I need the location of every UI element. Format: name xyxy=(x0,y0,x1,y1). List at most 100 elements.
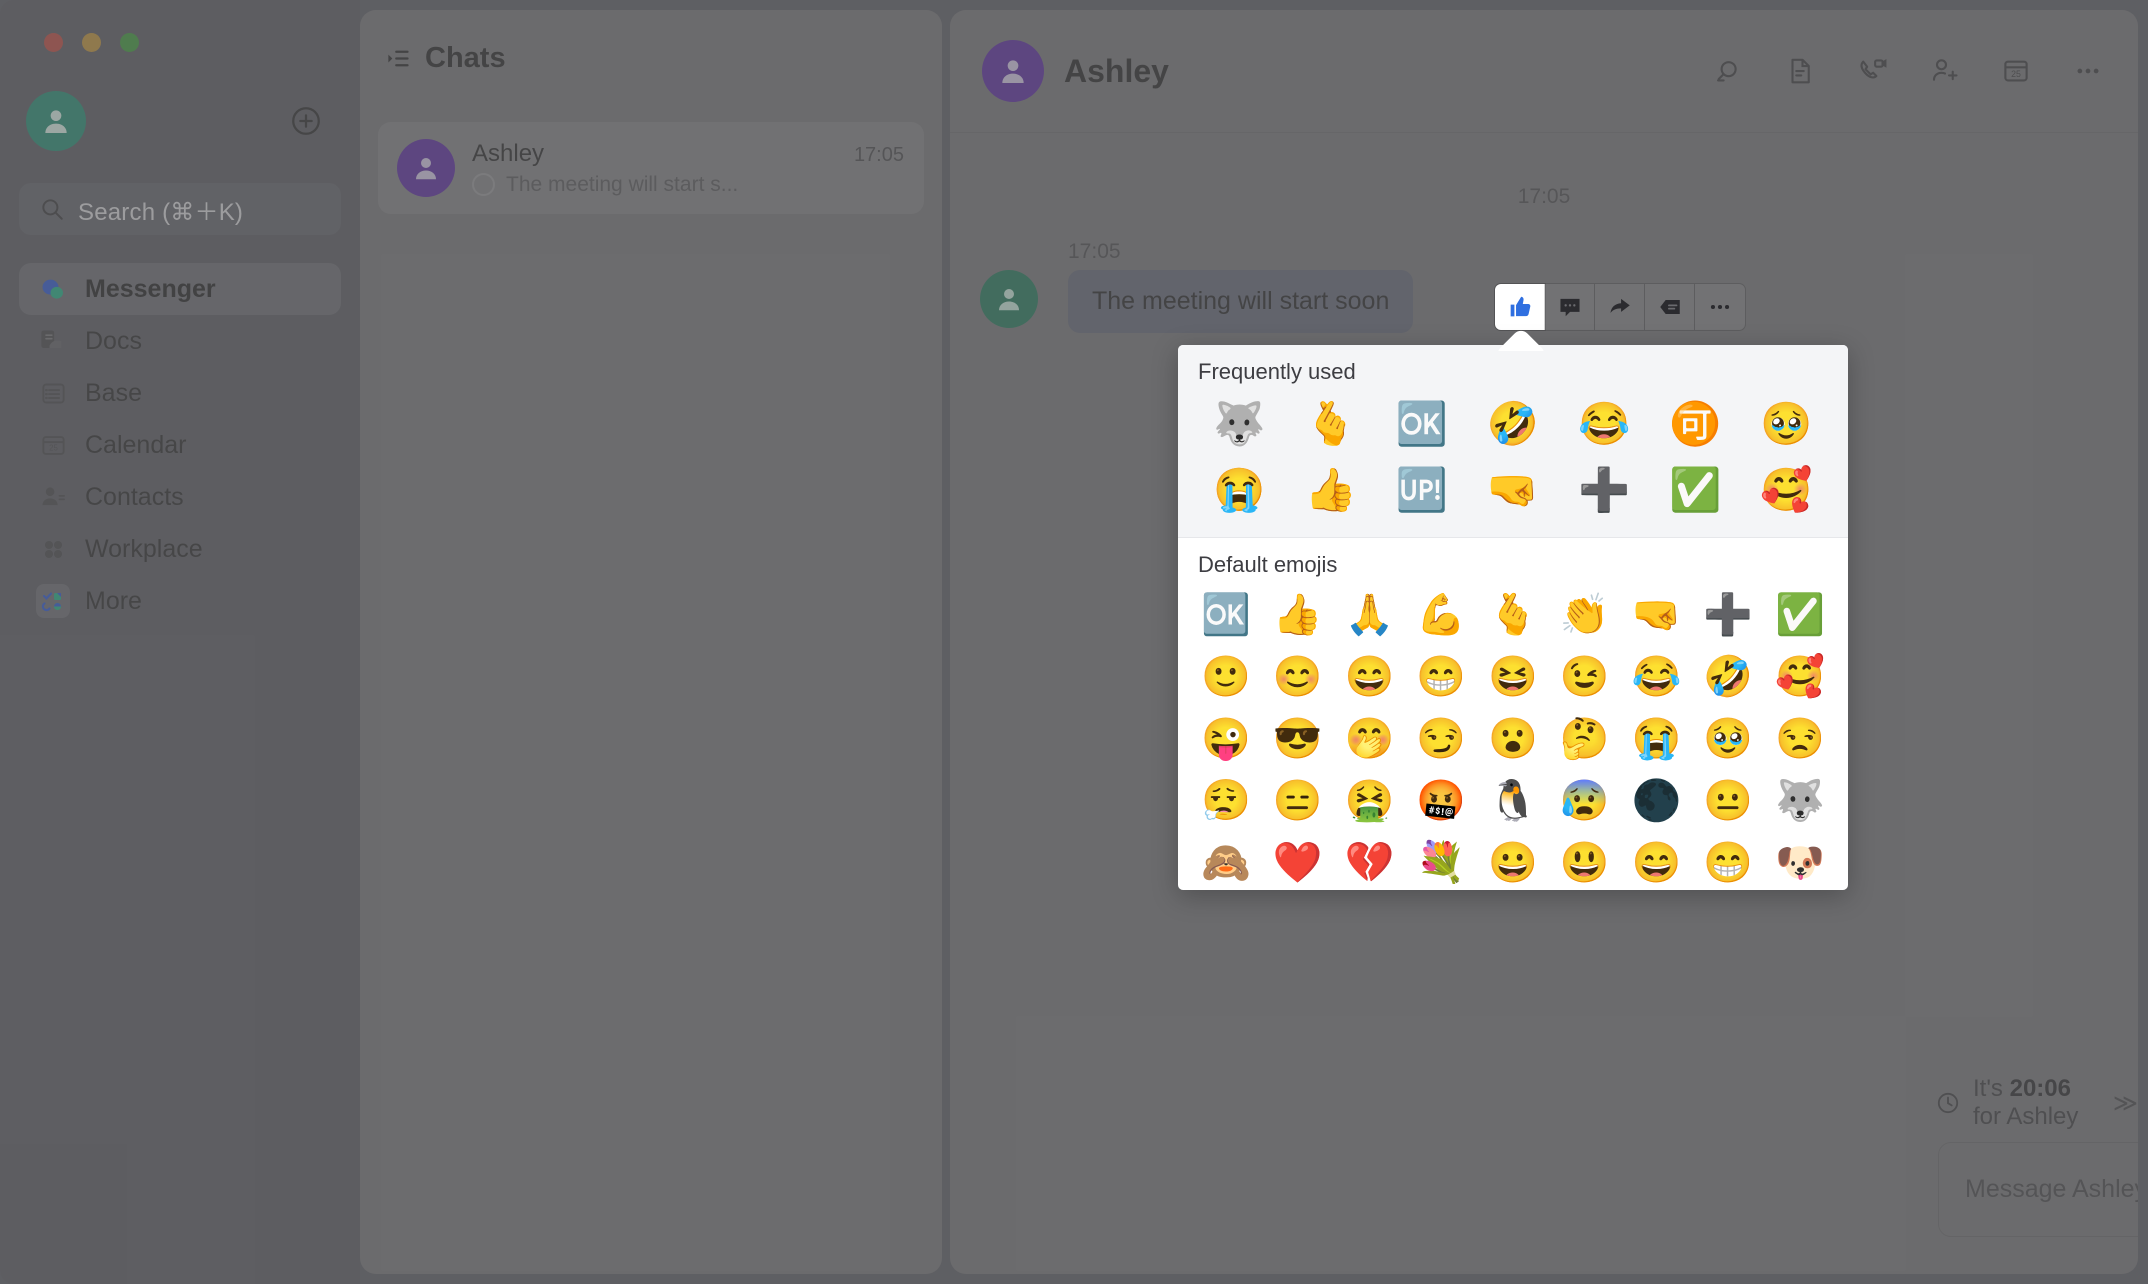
video-call-icon[interactable] xyxy=(1852,51,1892,91)
fist-bump-emoji[interactable]: 🤜 xyxy=(1621,584,1693,646)
got-it-sticker[interactable]: 🉑 xyxy=(1650,391,1741,457)
maximize-window-button[interactable] xyxy=(120,33,139,52)
local-time-expand-icon[interactable]: ≫ xyxy=(2113,1089,2138,1118)
sidebar-item-label: Calendar xyxy=(85,430,187,459)
ok-sticker[interactable]: 🆗 xyxy=(1376,391,1467,457)
avatar[interactable] xyxy=(982,40,1044,102)
loudly-crying-sticker[interactable]: 😭 xyxy=(1194,457,1285,523)
see-no-evil-emoji[interactable]: 🙈 xyxy=(1190,832,1262,884)
sidebar-item-messenger[interactable]: Messenger xyxy=(19,263,341,315)
dog-emoji[interactable]: 🐶 xyxy=(1764,832,1836,884)
sparkle-smirk-emoji[interactable]: 🤭 xyxy=(1334,708,1406,770)
laugh-cry-cover-face-sticker[interactable]: 🤣 xyxy=(1467,391,1558,457)
sidebar-item-more[interactable]: More xyxy=(19,575,341,627)
whistle-emoji[interactable]: 😮‍💨 xyxy=(1190,770,1262,832)
yes-sticker[interactable]: 🆙 xyxy=(1376,457,1467,523)
unread-circle-icon xyxy=(472,173,495,196)
smile-emoji[interactable]: 😊 xyxy=(1262,646,1334,708)
quote-reply-button[interactable] xyxy=(1645,284,1695,330)
smiley-emoji[interactable]: 😃 xyxy=(1549,832,1621,884)
sunglasses-emoji[interactable]: 😎 xyxy=(1262,708,1334,770)
sidebar-item-contacts[interactable]: Contacts xyxy=(19,471,341,523)
beaming-emoji[interactable]: 😁 xyxy=(1405,646,1477,708)
sidebar-item-workplace[interactable]: Workplace xyxy=(19,523,341,575)
thinking-emoji[interactable]: 🤔 xyxy=(1549,708,1621,770)
squint-laugh-emoji[interactable]: 😆 xyxy=(1477,646,1549,708)
scratch-smirk-emoji[interactable]: 😒 xyxy=(1764,708,1836,770)
chat-doc-icon[interactable] xyxy=(1780,51,1820,91)
sidebar-item-calendar[interactable]: 25 Calendar xyxy=(19,419,341,471)
react-thumbsup-button[interactable] xyxy=(1495,284,1545,330)
ok-emoji[interactable]: 🆗 xyxy=(1190,584,1262,646)
avatar[interactable] xyxy=(26,91,86,151)
grin-emoji[interactable]: 😄 xyxy=(1334,646,1406,708)
loudly-crying-emoji[interactable]: 😭 xyxy=(1621,708,1693,770)
message-input[interactable]: Message Ashley Aa xyxy=(1938,1142,2138,1237)
bouquet-emoji[interactable]: 💐 xyxy=(1405,832,1477,884)
vomit-emoji[interactable]: 🤮 xyxy=(1334,770,1406,832)
neutral-emoji[interactable]: 😐 xyxy=(1692,770,1764,832)
list-item[interactable]: Ashley 17:05 The meeting will start s... xyxy=(378,122,924,214)
local-time-hint[interactable]: It's 20:06 for Ashley ≫ xyxy=(1935,1075,2138,1131)
add-member-icon[interactable] xyxy=(1924,51,1964,91)
avatar[interactable] xyxy=(980,270,1038,328)
wink-tongue-emoji[interactable]: 😜 xyxy=(1190,708,1262,770)
fist-bump-sticker[interactable]: 🤜 xyxy=(1467,457,1558,523)
finger-heart-emoji[interactable]: 🫰 xyxy=(1477,584,1549,646)
clap-emoji[interactable]: 👏 xyxy=(1549,584,1621,646)
forward-button[interactable] xyxy=(1595,284,1645,330)
cold-sweat-emoji[interactable]: 😰 xyxy=(1549,770,1621,832)
wolf-emoji[interactable]: 🐺 xyxy=(1764,770,1836,832)
black-blob-emoji[interactable]: 🐧 xyxy=(1477,770,1549,832)
search-placeholder: Search (⌘＋K) xyxy=(78,198,244,226)
window-traffic-lights xyxy=(44,33,139,52)
sidebar-item-docs[interactable]: Docs xyxy=(19,315,341,367)
bleeding-mouth-emoji[interactable]: 🤬 xyxy=(1405,770,1477,832)
sidebar-item-base[interactable]: Base xyxy=(19,367,341,419)
heart-hug-emoji[interactable]: 🥰 xyxy=(1764,646,1836,708)
wink-smile-emoji[interactable]: 😉 xyxy=(1549,646,1621,708)
message-hover-toolbar xyxy=(1494,283,1746,331)
more-options-icon[interactable] xyxy=(2068,51,2108,91)
unamused-emoji[interactable]: 😑 xyxy=(1262,770,1334,832)
done-emoji[interactable]: ✅ xyxy=(1764,584,1836,646)
thumbs-up-emoji[interactable]: 👍 xyxy=(1262,584,1334,646)
heart-hug-sticker[interactable]: 🥰 xyxy=(1741,457,1832,523)
smirk-hand-emoji[interactable]: 😏 xyxy=(1405,708,1477,770)
collapse-list-icon[interactable] xyxy=(385,45,412,72)
reply-in-thread-button[interactable] xyxy=(1545,284,1595,330)
pray-emoji[interactable]: 🙏 xyxy=(1334,584,1406,646)
add-button[interactable] xyxy=(289,104,323,138)
calendar-icon[interactable]: 25 xyxy=(1996,51,2036,91)
joy-sticker[interactable]: 😂 xyxy=(1559,391,1650,457)
emoji-scroll-area[interactable]: 🆗 👍 🙏 💪 🫰 👏 🤜 ➕ ✅ 🙂 😊 😄 😁 😆 😉 😂 🤣 🥰 😜 😎 🤭 😏 😮 🤔 😭 🥹 😒 😮‍💨 😑 🤮 🤬 🐧 😰 🌑 😐 🐺 🙈 ❤… xyxy=(1178,584,1848,884)
chat-list-header: Chats xyxy=(360,10,942,106)
slight-smile-emoji[interactable]: 🙂 xyxy=(1190,646,1262,708)
heart-emoji[interactable]: ❤️ xyxy=(1262,832,1334,884)
drool-emoji[interactable]: 😮 xyxy=(1477,708,1549,770)
thumbs-up-sticker[interactable]: 👍 xyxy=(1285,457,1376,523)
dark-moon-emoji[interactable]: 🌑 xyxy=(1621,770,1693,832)
joy-emoji[interactable]: 😂 xyxy=(1621,646,1693,708)
rofl-emoji[interactable]: 🤣 xyxy=(1692,646,1764,708)
wolf-sticker[interactable]: 🐺 xyxy=(1194,391,1285,457)
search-input[interactable]: Search (⌘＋K) xyxy=(19,183,341,235)
sidebar-item-label: Base xyxy=(85,378,142,407)
teary-cover-mouth-emoji[interactable]: 🥹 xyxy=(1692,708,1764,770)
finger-heart-sticker[interactable]: 🫰 xyxy=(1285,391,1376,457)
minimize-window-button[interactable] xyxy=(82,33,101,52)
muscle-emoji[interactable]: 💪 xyxy=(1405,584,1477,646)
teary-cover-mouth-sticker[interactable]: 🥹 xyxy=(1741,391,1832,457)
broken-heart-emoji[interactable]: 💔 xyxy=(1334,832,1406,884)
done-sticker[interactable]: ✅ xyxy=(1650,457,1741,523)
search-in-chat-icon[interactable] xyxy=(1708,51,1748,91)
plus-one-emoji[interactable]: ➕ xyxy=(1692,584,1764,646)
message-bubble[interactable]: The meeting will start soon xyxy=(1068,270,1414,333)
smile2-emoji[interactable]: 😄 xyxy=(1621,832,1693,884)
message-more-button[interactable] xyxy=(1695,284,1745,330)
close-window-button[interactable] xyxy=(44,33,63,52)
plus-one-sticker[interactable]: ➕ xyxy=(1559,457,1650,523)
grin2-emoji[interactable]: 😁 xyxy=(1692,832,1764,884)
grinning-emoji[interactable]: 😀 xyxy=(1477,832,1549,884)
contacts-icon xyxy=(36,480,70,514)
